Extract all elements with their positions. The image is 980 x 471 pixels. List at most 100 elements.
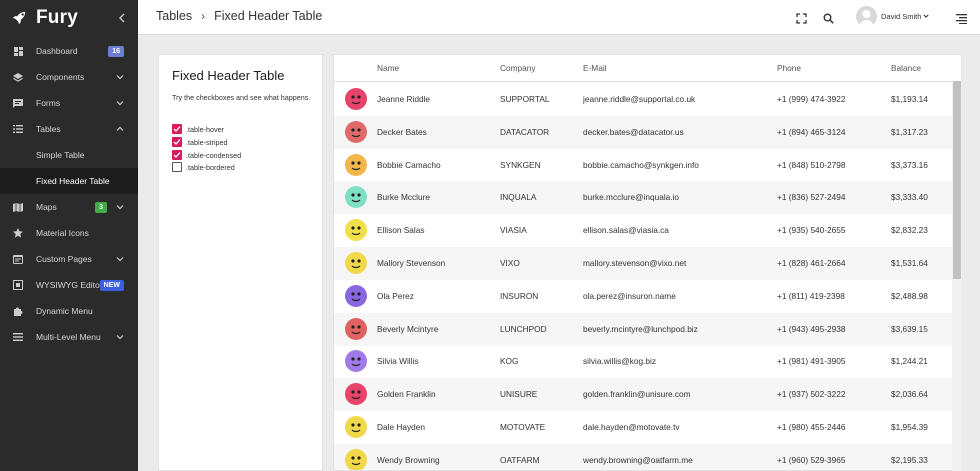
dashboard-icon	[13, 46, 23, 56]
table-row[interactable]: Wendy Browning OATFARM wendy.browning@oatf…	[334, 443, 961, 470]
cell-phone: +1 (943) 495-2938	[777, 323, 846, 334]
cell-phone: +1 (937) 502-3222	[777, 389, 846, 400]
sidebar-item-label: Tables	[36, 124, 61, 134]
options-card-title: Fixed Header Table	[172, 68, 285, 83]
avatar-icon	[345, 153, 367, 176]
sidebar-item-forms[interactable]: Forms	[0, 90, 138, 116]
sidebar-subitem-fixed-header-table[interactable]: Fixed Header Table	[0, 168, 138, 194]
option-table-bordered[interactable]: .table-bordered	[172, 162, 235, 172]
puzzle-icon	[13, 306, 23, 316]
sidebar-item-label: Custom Pages	[36, 254, 92, 264]
checkbox-unchecked-icon[interactable]	[172, 162, 182, 172]
cell-balance: $3,373.16	[891, 159, 928, 170]
cell-name: Ellison Salas	[377, 225, 425, 236]
table-row[interactable]: Silvia Willis KOG silvia.willis@kog.biz +1 …	[334, 345, 961, 378]
table-row[interactable]: Mallory Stevenson VIXO mallory.stevenson@v…	[334, 247, 961, 280]
cell-email: mallory.stevenson@vixo.net	[583, 258, 687, 268]
cell-balance: $3,639.15	[891, 323, 928, 334]
avatar	[856, 6, 877, 27]
dashboard-badge: 16	[108, 46, 124, 57]
avatar-icon	[345, 120, 367, 143]
table-row[interactable]: Burke Mcclure INQUALA burke.mcclure@inqual…	[334, 181, 961, 215]
cell-phone: +1 (980) 455-2446	[777, 422, 846, 432]
option-table-hover[interactable]: .table-hover	[172, 124, 224, 134]
sidebar-item-dashboard[interactable]: Dashboard 16	[0, 38, 138, 64]
cell-phone: +1 (811) 419-2398	[777, 290, 845, 301]
column-header-phone[interactable]: Phone	[777, 63, 801, 73]
cell-company: OATFARM	[500, 454, 540, 465]
fullscreen-icon[interactable]	[796, 11, 808, 24]
avatar-icon	[345, 252, 367, 274]
sidebar-item-multi-level-menu[interactable]: Multi-Level Menu	[0, 324, 138, 350]
cell-company: SYNKGEN	[500, 159, 541, 170]
cell-email: wendy.browning@oatfarm.me	[583, 454, 693, 465]
cell-phone: +1 (836) 527-2494	[777, 192, 846, 203]
sidebar-item-components[interactable]: Components	[0, 64, 138, 90]
table-row[interactable]: Golden Franklin UNISURE golden.franklin@un…	[334, 378, 961, 412]
cell-name: Beverly Mcintyre	[377, 323, 439, 334]
chevron-down-icon	[116, 73, 124, 81]
brand-name: Fury	[36, 7, 78, 28]
column-header-email[interactable]: E-Mail	[583, 63, 607, 73]
cell-name: Ola Perez	[377, 290, 414, 301]
cell-name: Mallory Stevenson	[377, 258, 446, 268]
scrollbar-thumb[interactable]	[953, 81, 961, 279]
sidebar-subitem-simple-table[interactable]: Simple Table	[0, 142, 138, 168]
table-row[interactable]: Dale Hayden MOTOVATE dale.hayden@motovate.…	[334, 411, 961, 444]
sidebar-item-custom-pages[interactable]: Custom Pages	[0, 246, 138, 272]
search-icon[interactable]	[823, 11, 835, 24]
top-header: Tables › Fixed Header Table David Smith	[138, 0, 980, 35]
cell-company: LUNCHPOD	[500, 323, 547, 334]
checkbox-checked-icon[interactable]	[172, 137, 182, 147]
option-table-condensed[interactable]: .table-condensed	[172, 150, 241, 160]
table-scrollbar[interactable]	[952, 81, 962, 471]
column-header-company[interactable]: Company	[500, 63, 536, 73]
chevron-down-icon	[116, 255, 124, 263]
options-card-description: Try the checkboxes and see what happens.	[172, 93, 311, 102]
option-label: .table-striped	[186, 137, 228, 147]
avatar-icon	[345, 186, 367, 209]
menu-right-icon[interactable]	[956, 11, 968, 24]
cell-phone: +1 (960) 529-3965	[777, 454, 846, 465]
layers-icon	[13, 72, 23, 82]
avatar-icon	[345, 219, 367, 242]
column-header-balance[interactable]: Balance	[891, 63, 921, 73]
sidebar-subitem-label: Simple Table	[36, 150, 85, 160]
table-row[interactable]: Beverly Mcintyre LUNCHPOD beverly.mcintyre…	[334, 312, 961, 346]
option-label: .table-bordered	[186, 162, 235, 172]
cell-phone: +1 (894) 465-3124	[777, 126, 846, 137]
pages-icon	[13, 254, 23, 264]
column-header-name[interactable]: Name	[377, 63, 399, 73]
sidebar-item-tables[interactable]: Tables	[0, 116, 138, 142]
sidebar-item-label: Dashboard	[36, 46, 78, 56]
option-table-striped[interactable]: .table-striped	[172, 137, 228, 147]
star-icon	[13, 228, 23, 238]
avatar-icon	[345, 448, 367, 470]
user-menu[interactable]: David Smith	[856, 6, 930, 27]
table-row[interactable]: Ellison Salas VIASIA ellison.salas@viasia.…	[334, 214, 961, 247]
table-row[interactable]: Decker Bates DATACATOR decker.bates@dataca…	[334, 115, 961, 149]
avatar-icon	[345, 350, 367, 373]
sidebar-item-maps[interactable]: Maps 3	[0, 194, 138, 220]
chevron-down-icon	[923, 12, 930, 21]
breadcrumb-item-tables[interactable]: Tables	[156, 9, 192, 23]
cell-company: DATACATOR	[500, 126, 550, 137]
checkbox-checked-icon[interactable]	[172, 150, 182, 160]
cell-phone: +1 (848) 510-2798	[777, 159, 846, 170]
map-icon	[13, 202, 23, 212]
table-row[interactable]: Ola Perez INSURON ola.perez@insuron.name +1…	[334, 280, 961, 313]
sidebar-item-material-icons[interactable]: Material Icons	[0, 220, 138, 246]
sidebar-item-label: Components	[36, 72, 85, 82]
cell-company: INQUALA	[500, 192, 537, 203]
fixed-header-table: Jeanne Riddle SUPPORTAL jeanne.riddle@supp…	[333, 54, 962, 471]
brand: Fury	[0, 0, 138, 36]
chevron-left-icon[interactable]	[118, 11, 126, 25]
option-label: .table-hover	[186, 124, 224, 134]
table-row[interactable]: Bobbie Camacho SYNKGEN bobbie.camacho@synk…	[334, 149, 961, 182]
sidebar-item-dynamic-menu[interactable]: Dynamic Menu	[0, 298, 138, 324]
checkbox-checked-icon[interactable]	[172, 124, 182, 134]
cell-company: SUPPORTAL	[500, 94, 550, 104]
table-row[interactable]: Jeanne Riddle SUPPORTAL jeanne.riddle@supp…	[334, 83, 961, 116]
cell-balance: $3,333.40	[891, 192, 928, 203]
sidebar-item-wysiwyg-editor[interactable]: WYSIWYG Editor NEW	[0, 272, 138, 298]
